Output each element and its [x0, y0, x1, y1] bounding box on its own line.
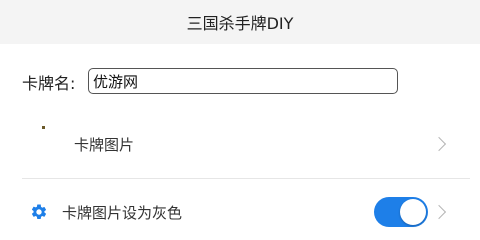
gray-image-row[interactable]: 卡牌图片设为灰色 [0, 192, 480, 232]
gray-image-label: 卡牌图片设为灰色 [62, 203, 183, 222]
chevron-right-icon [431, 136, 447, 152]
card-name-label: 卡牌名: [22, 74, 76, 93]
divider [22, 178, 470, 179]
card-image-label: 卡牌图片 [74, 135, 135, 154]
card-image-row[interactable]: 卡牌图片 [0, 124, 480, 164]
page-title: 三国杀手牌DIY [186, 14, 294, 33]
toggle-knob [400, 199, 426, 225]
card-name-row: 卡牌名: [22, 68, 75, 96]
gray-image-toggle[interactable] [374, 197, 428, 227]
gear-icon [31, 204, 47, 219]
chevron-right-icon [431, 204, 447, 220]
page-header: 三国杀手牌DIY [0, 0, 480, 44]
card-name-input[interactable] [88, 68, 398, 94]
